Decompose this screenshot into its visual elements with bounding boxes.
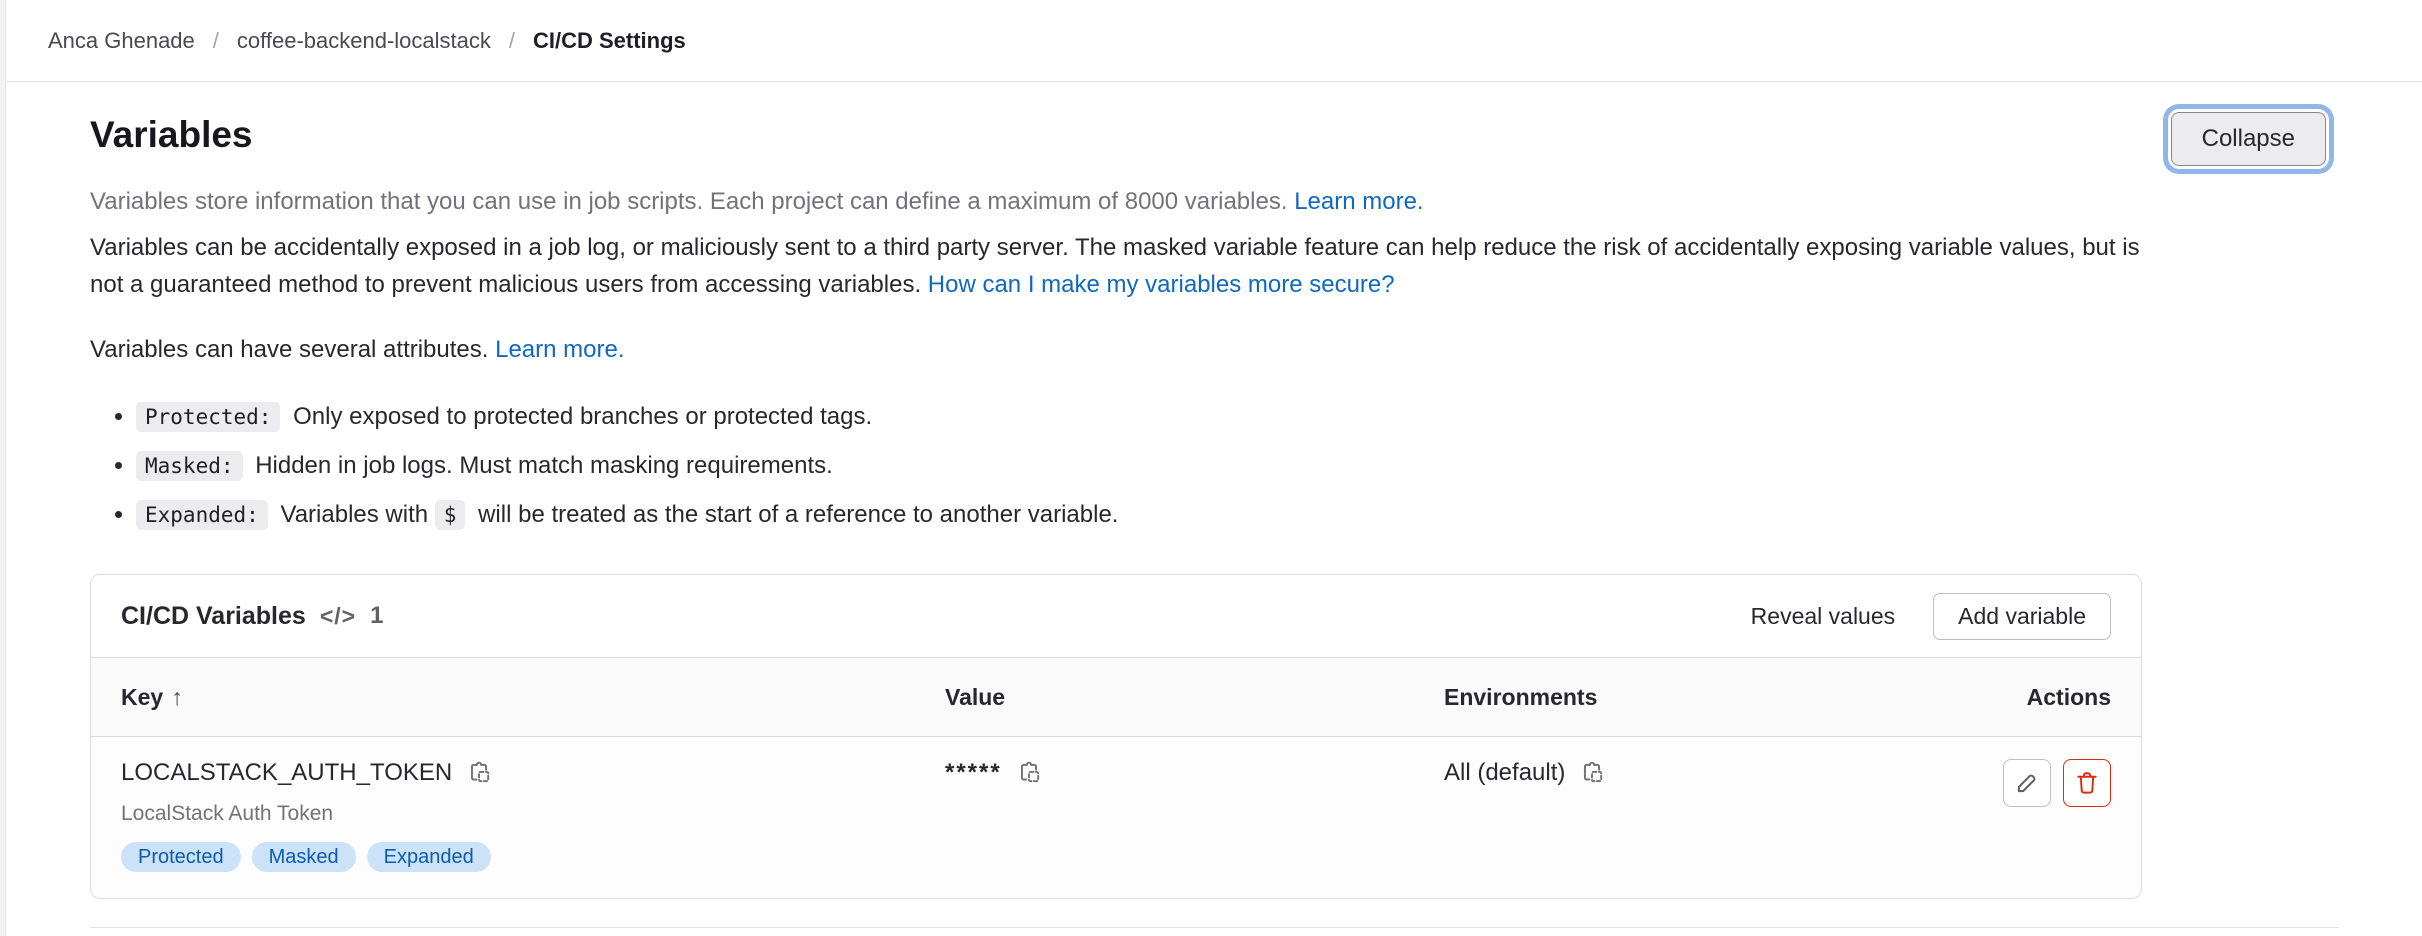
breadcrumb-separator: / [509, 28, 515, 54]
warning-paragraph: Variables can be accidentally exposed in… [90, 229, 2142, 303]
delete-variable-button[interactable] [2063, 759, 2111, 807]
add-variable-button[interactable]: Add variable [1933, 593, 2111, 640]
settings-section-variables: Collapse Variables Variables store infor… [0, 82, 2422, 928]
protected-description: Only exposed to protected branches or pr… [293, 403, 872, 430]
variables-secure-link[interactable]: How can I make my variables more secure? [928, 271, 1395, 298]
attributes-list: Protected: Only exposed to protected bra… [136, 398, 2142, 534]
breadcrumb-item-current: CI/CD Settings [533, 28, 686, 54]
protected-badge: Protected [121, 842, 241, 872]
page-title: Variables [90, 82, 2142, 157]
reveal-values-button[interactable]: Reveal values [1747, 595, 1899, 638]
expanded-badge: Expanded [367, 842, 491, 872]
masked-badge: Masked [252, 842, 356, 872]
copy-key-button[interactable] [466, 760, 492, 786]
masked-description: Hidden in job logs. Must match masking r… [255, 452, 833, 479]
variable-count: 1 [370, 602, 383, 630]
column-header-environments: Environments [1444, 684, 1881, 711]
attributes-learn-more-link[interactable]: Learn more. [495, 336, 624, 363]
actions-cell [1881, 759, 2111, 807]
copy-icon [1016, 760, 1042, 786]
cicd-variables-card-header: CI/CD Variables </> 1 Reveal values Add … [91, 575, 2141, 657]
column-header-value: Value [945, 684, 1444, 711]
breadcrumb-item-namespace[interactable]: Anca Ghenade [48, 28, 195, 54]
copy-icon [1579, 760, 1605, 786]
attributes-text: Variables can have several attributes. [90, 336, 488, 363]
pencil-icon [2014, 770, 2040, 796]
variable-key: LOCALSTACK_AUTH_TOKEN [121, 759, 452, 787]
code-icon: </> [320, 603, 356, 630]
edit-variable-button[interactable] [2003, 759, 2051, 807]
attributes-paragraph: Variables can have several attributes. L… [90, 331, 2142, 368]
column-header-key[interactable]: Key ↑ [121, 684, 945, 711]
dollar-code-chip: $ [435, 500, 466, 530]
masked-value: ***** [945, 759, 1002, 787]
masked-code-chip: Masked: [136, 451, 243, 481]
collapse-button[interactable]: Collapse [2171, 112, 2326, 166]
column-header-actions: Actions [1881, 684, 2111, 711]
section-divider [90, 927, 2338, 928]
environment-scope: All (default) [1444, 759, 1565, 787]
breadcrumb-separator: / [213, 28, 219, 54]
expanded-description-end: will be treated as the start of a refere… [478, 501, 1118, 528]
cicd-variables-card: CI/CD Variables </> 1 Reveal values Add … [90, 574, 2142, 899]
list-item-protected: Protected: Only exposed to protected bra… [136, 398, 2142, 436]
sort-ascending-icon: ↑ [171, 684, 183, 710]
copy-environment-button[interactable] [1579, 760, 1605, 786]
learn-more-link[interactable]: Learn more. [1294, 188, 1423, 215]
breadcrumb-item-project[interactable]: coffee-backend-localstack [237, 28, 491, 54]
variable-row: LOCALSTACK_AUTH_TOKEN LocalStack Auth To… [91, 737, 2141, 898]
breadcrumb: Anca Ghenade / coffee-backend-localstack… [0, 0, 2422, 82]
list-item-masked: Masked: Hidden in job logs. Must match m… [136, 447, 2142, 485]
value-cell: ***** [945, 759, 1444, 787]
expanded-description-start: Variables with [280, 501, 428, 528]
key-cell: LOCALSTACK_AUTH_TOKEN LocalStack Auth To… [121, 759, 945, 872]
intro-text: Variables store information that you can… [90, 188, 1288, 215]
card-title: CI/CD Variables [121, 602, 306, 631]
badge-row: Protected Masked Expanded [121, 842, 945, 872]
key-column-label: Key [121, 684, 163, 710]
list-item-expanded: Expanded: Variables with $ will be treat… [136, 496, 2142, 534]
copy-icon [466, 760, 492, 786]
environments-cell: All (default) [1444, 759, 1881, 787]
copy-value-button[interactable] [1016, 760, 1042, 786]
protected-code-chip: Protected: [136, 402, 280, 432]
table-header-row: Key ↑ Value Environments Actions [91, 657, 2141, 737]
trash-icon [2074, 770, 2100, 796]
intro-paragraph: Variables store information that you can… [90, 183, 2142, 220]
expanded-code-chip: Expanded: [136, 500, 268, 530]
variable-description: LocalStack Auth Token [121, 802, 945, 826]
